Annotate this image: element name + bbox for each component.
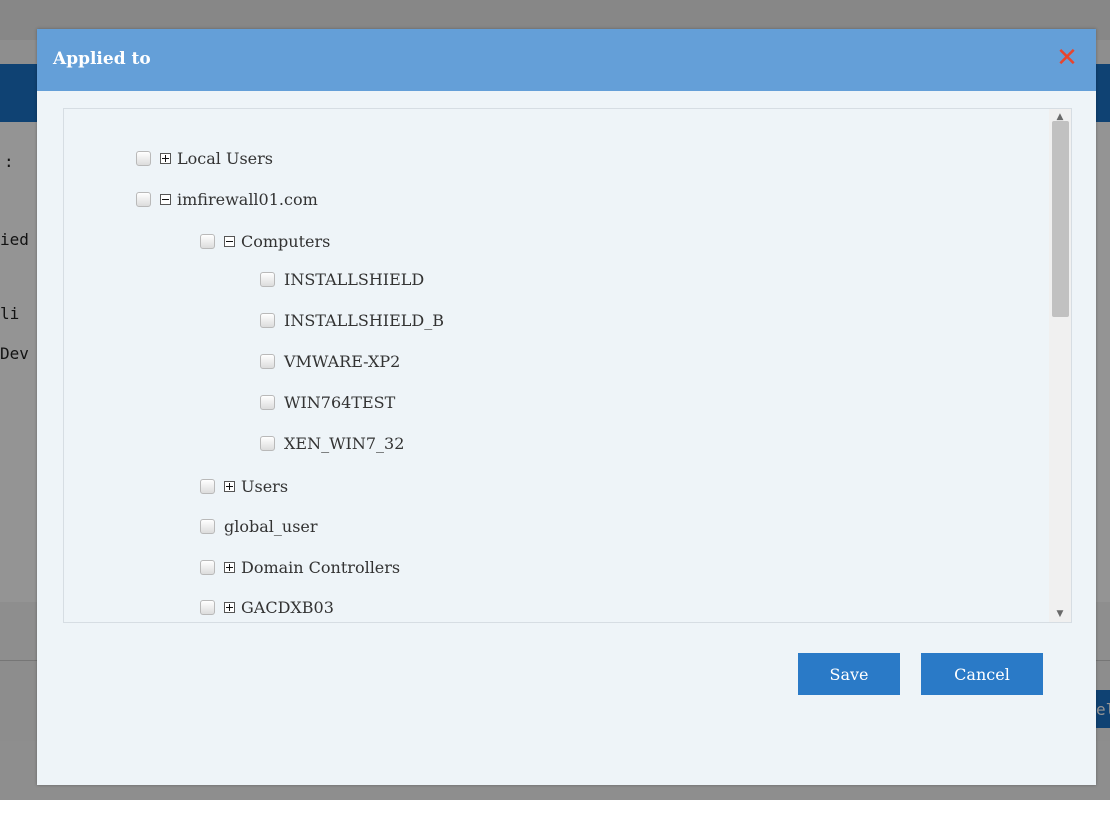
expand-plus-icon[interactable] (224, 601, 235, 613)
tree-node-label[interactable]: global_user (224, 517, 318, 536)
collapse-minus-icon[interactable] (224, 235, 235, 247)
tree-node-checkbox[interactable] (200, 559, 215, 575)
tree-node: INSTALLSHIELD_B (260, 308, 444, 332)
tree-node: GACDXB03 (200, 595, 334, 619)
cancel-button[interactable]: Cancel (921, 653, 1043, 695)
tree-node: INSTALLSHIELD (260, 267, 424, 291)
dialog-title: Applied to (53, 49, 151, 69)
tree-node-label[interactable]: GACDXB03 (241, 598, 334, 617)
tree-node-checkbox[interactable] (200, 233, 215, 249)
collapse-minus-icon[interactable] (160, 193, 171, 205)
tree-node-checkbox[interactable] (200, 599, 215, 615)
tree-node-label[interactable]: VMWARE-XP2 (284, 352, 400, 371)
tree-container[interactable]: Local Users imfirewall01.com Computers INST… (63, 108, 1072, 623)
tree-node-label[interactable]: Domain Controllers (241, 558, 400, 577)
save-button[interactable]: Save (798, 653, 900, 695)
close-icon[interactable]: ✕ (1054, 45, 1080, 71)
tree-node: imfirewall01.com (136, 187, 318, 211)
tree-node-checkbox[interactable] (260, 394, 275, 410)
expand-plus-icon[interactable] (160, 152, 171, 164)
scrollbar-thumb[interactable] (1052, 121, 1069, 317)
tree-node-checkbox[interactable] (260, 271, 275, 287)
tree-node-label[interactable]: Users (241, 477, 288, 496)
tree-node-label[interactable]: Computers (241, 232, 330, 251)
tree-node-label[interactable]: imfirewall01.com (177, 190, 318, 209)
tree-node-label[interactable]: INSTALLSHIELD (284, 270, 424, 289)
tree-node-checkbox[interactable] (260, 312, 275, 328)
tree-node-checkbox[interactable] (260, 435, 275, 451)
tree-node-checkbox[interactable] (136, 150, 151, 166)
tree-node: Domain Controllers (200, 555, 400, 579)
vertical-scrollbar[interactable]: ▲ ▼ (1049, 109, 1071, 622)
applied-to-dialog: Applied to ✕ Local Users imfirewall01.com… (37, 29, 1096, 785)
tree-node-checkbox[interactable] (200, 478, 215, 494)
tree-node: WIN764TEST (260, 390, 395, 414)
tree-node: global_user (200, 514, 318, 538)
tree-node-label[interactable]: XEN_WIN7_32 (284, 434, 404, 453)
tree-node-checkbox[interactable] (200, 518, 215, 534)
expand-plus-icon[interactable] (224, 480, 235, 492)
tree-node-label[interactable]: WIN764TEST (284, 393, 395, 412)
tree-node-checkbox[interactable] (136, 191, 151, 207)
dialog-header: Applied to ✕ (37, 29, 1096, 91)
tree-node-checkbox[interactable] (260, 353, 275, 369)
expand-plus-icon[interactable] (224, 561, 235, 573)
tree-node-label[interactable]: Local Users (177, 149, 273, 168)
tree-node-label[interactable]: INSTALLSHIELD_B (284, 311, 444, 330)
bottom-strip (0, 800, 1110, 827)
tree-node: Local Users (136, 146, 273, 170)
tree-node: XEN_WIN7_32 (260, 431, 404, 455)
scroll-down-arrow-icon[interactable]: ▼ (1049, 606, 1071, 622)
tree-node: Users (200, 474, 288, 498)
tree-node: Computers (200, 229, 330, 253)
tree-node: VMWARE-XP2 (260, 349, 400, 373)
